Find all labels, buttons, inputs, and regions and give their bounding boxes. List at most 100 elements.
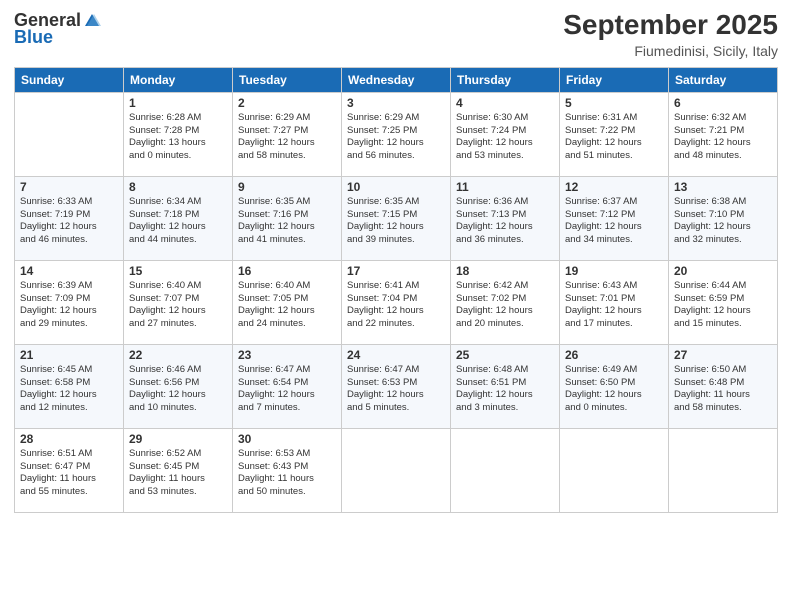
- day-info: Sunrise: 6:51 AM Sunset: 6:47 PM Dayligh…: [20, 448, 118, 499]
- day-info: Sunrise: 6:40 AM Sunset: 7:05 PM Dayligh…: [238, 280, 336, 331]
- calendar-header-saturday: Saturday: [669, 67, 778, 92]
- calendar-cell: [669, 428, 778, 512]
- calendar-header-monday: Monday: [124, 67, 233, 92]
- day-number: 10: [347, 180, 445, 194]
- day-number: 12: [565, 180, 663, 194]
- calendar-cell: 11 Sunrise: 6:36 AM Sunset: 7:13 PM Dayli…: [451, 176, 560, 260]
- day-info: Sunrise: 6:41 AM Sunset: 7:04 PM Dayligh…: [347, 280, 445, 331]
- day-number: 6: [674, 96, 772, 110]
- day-info: Sunrise: 6:44 AM Sunset: 6:59 PM Dayligh…: [674, 280, 772, 331]
- calendar-table: SundayMondayTuesdayWednesdayThursdayFrid…: [14, 67, 778, 513]
- calendar-cell: 6 Sunrise: 6:32 AM Sunset: 7:21 PM Daylig…: [669, 92, 778, 176]
- calendar-header-tuesday: Tuesday: [233, 67, 342, 92]
- calendar-cell: 26Sunrise: 6:49 AM Sunset: 6:50 PM Dayli…: [560, 344, 669, 428]
- calendar-cell: 3 Sunrise: 6:29 AM Sunset: 7:25 PM Daylig…: [342, 92, 451, 176]
- calendar-cell: [342, 428, 451, 512]
- day-number: 19: [565, 264, 663, 278]
- day-info: Sunrise: 6:34 AM Sunset: 7:18 PM Dayligh…: [129, 196, 227, 247]
- calendar-cell: 15 Sunrise: 6:40 AM Sunset: 7:07 PM Dayli…: [124, 260, 233, 344]
- day-info: Sunrise: 6:48 AM Sunset: 6:51 PM Dayligh…: [456, 364, 554, 415]
- day-number: 27: [674, 348, 772, 362]
- calendar-header-sunday: Sunday: [15, 67, 124, 92]
- day-info: Sunrise: 6:30 AM Sunset: 7:24 PM Dayligh…: [456, 112, 554, 163]
- calendar-cell: 18Sunrise: 6:42 AM Sunset: 7:02 PM Dayli…: [451, 260, 560, 344]
- calendar-cell: 29 Sunrise: 6:52 AM Sunset: 6:45 PM Dayli…: [124, 428, 233, 512]
- day-info: Sunrise: 6:46 AM Sunset: 6:56 PM Dayligh…: [129, 364, 227, 415]
- day-number: 25: [456, 348, 554, 362]
- header: General Blue September 2025 Fiumedinisi,…: [14, 10, 778, 59]
- day-number: 1: [129, 96, 227, 110]
- day-number: 21: [20, 348, 118, 362]
- day-info: Sunrise: 6:36 AM Sunset: 7:13 PM Dayligh…: [456, 196, 554, 247]
- day-info: Sunrise: 6:40 AM Sunset: 7:07 PM Dayligh…: [129, 280, 227, 331]
- day-number: 4: [456, 96, 554, 110]
- calendar-cell: 2 Sunrise: 6:29 AM Sunset: 7:27 PM Daylig…: [233, 92, 342, 176]
- day-number: 5: [565, 96, 663, 110]
- calendar-cell: 14 Sunrise: 6:39 AM Sunset: 7:09 PM Dayli…: [15, 260, 124, 344]
- day-number: 28: [20, 432, 118, 446]
- day-number: 30: [238, 432, 336, 446]
- calendar-cell: 7Sunrise: 6:33 AM Sunset: 7:19 PM Daylig…: [15, 176, 124, 260]
- day-number: 8: [129, 180, 227, 194]
- day-info: Sunrise: 6:35 AM Sunset: 7:16 PM Dayligh…: [238, 196, 336, 247]
- day-info: Sunrise: 6:47 AM Sunset: 6:54 PM Dayligh…: [238, 364, 336, 415]
- calendar-week-row: 1Sunrise: 6:28 AM Sunset: 7:28 PM Daylig…: [15, 92, 778, 176]
- calendar-cell: 8 Sunrise: 6:34 AM Sunset: 7:18 PM Daylig…: [124, 176, 233, 260]
- day-number: 23: [238, 348, 336, 362]
- calendar-cell: 21 Sunrise: 6:45 AM Sunset: 6:58 PM Dayli…: [15, 344, 124, 428]
- day-info: Sunrise: 6:32 AM Sunset: 7:21 PM Dayligh…: [674, 112, 772, 163]
- day-info: Sunrise: 6:53 AM Sunset: 6:43 PM Dayligh…: [238, 448, 336, 499]
- calendar-cell: [451, 428, 560, 512]
- calendar-week-row: 21 Sunrise: 6:45 AM Sunset: 6:58 PM Dayli…: [15, 344, 778, 428]
- day-number: 11: [456, 180, 554, 194]
- day-info: Sunrise: 6:29 AM Sunset: 7:25 PM Dayligh…: [347, 112, 445, 163]
- calendar-cell: 30 Sunrise: 6:53 AM Sunset: 6:43 PM Dayli…: [233, 428, 342, 512]
- month-title: September 2025: [563, 10, 778, 41]
- logo-icon: [83, 12, 101, 30]
- day-number: 26: [565, 348, 663, 362]
- day-info: Sunrise: 6:39 AM Sunset: 7:09 PM Dayligh…: [20, 280, 118, 331]
- day-number: 9: [238, 180, 336, 194]
- calendar-cell: 28 Sunrise: 6:51 AM Sunset: 6:47 PM Dayli…: [15, 428, 124, 512]
- day-info: Sunrise: 6:47 AM Sunset: 6:53 PM Dayligh…: [347, 364, 445, 415]
- calendar-cell: 23 Sunrise: 6:47 AM Sunset: 6:54 PM Dayli…: [233, 344, 342, 428]
- calendar-week-row: 28 Sunrise: 6:51 AM Sunset: 6:47 PM Dayli…: [15, 428, 778, 512]
- day-number: 14: [20, 264, 118, 278]
- calendar-header-wednesday: Wednesday: [342, 67, 451, 92]
- calendar-header-row: SundayMondayTuesdayWednesdayThursdayFrid…: [15, 67, 778, 92]
- calendar-cell: 13Sunrise: 6:38 AM Sunset: 7:10 PM Dayli…: [669, 176, 778, 260]
- title-block: September 2025 Fiumedinisi, Sicily, Ital…: [563, 10, 778, 59]
- calendar-cell: 20 Sunrise: 6:44 AM Sunset: 6:59 PM Dayli…: [669, 260, 778, 344]
- day-info: Sunrise: 6:35 AM Sunset: 7:15 PM Dayligh…: [347, 196, 445, 247]
- day-info: Sunrise: 6:29 AM Sunset: 7:27 PM Dayligh…: [238, 112, 336, 163]
- calendar-week-row: 14 Sunrise: 6:39 AM Sunset: 7:09 PM Dayli…: [15, 260, 778, 344]
- calendar-cell: 9 Sunrise: 6:35 AM Sunset: 7:16 PM Daylig…: [233, 176, 342, 260]
- day-number: 20: [674, 264, 772, 278]
- day-info: Sunrise: 6:33 AM Sunset: 7:19 PM Dayligh…: [20, 196, 118, 247]
- calendar-header-thursday: Thursday: [451, 67, 560, 92]
- day-info: Sunrise: 6:45 AM Sunset: 6:58 PM Dayligh…: [20, 364, 118, 415]
- day-number: 15: [129, 264, 227, 278]
- day-number: 3: [347, 96, 445, 110]
- calendar-cell: 17Sunrise: 6:41 AM Sunset: 7:04 PM Dayli…: [342, 260, 451, 344]
- day-number: 2: [238, 96, 336, 110]
- calendar-cell: 24Sunrise: 6:47 AM Sunset: 6:53 PM Dayli…: [342, 344, 451, 428]
- calendar-header-friday: Friday: [560, 67, 669, 92]
- calendar-cell: [560, 428, 669, 512]
- day-number: 18: [456, 264, 554, 278]
- calendar-cell: 5 Sunrise: 6:31 AM Sunset: 7:22 PM Daylig…: [560, 92, 669, 176]
- day-info: Sunrise: 6:37 AM Sunset: 7:12 PM Dayligh…: [565, 196, 663, 247]
- calendar-cell: 19Sunrise: 6:43 AM Sunset: 7:01 PM Dayli…: [560, 260, 669, 344]
- day-number: 29: [129, 432, 227, 446]
- logo: General Blue: [14, 10, 101, 48]
- calendar-cell: 4 Sunrise: 6:30 AM Sunset: 7:24 PM Daylig…: [451, 92, 560, 176]
- calendar-week-row: 7Sunrise: 6:33 AM Sunset: 7:19 PM Daylig…: [15, 176, 778, 260]
- day-info: Sunrise: 6:31 AM Sunset: 7:22 PM Dayligh…: [565, 112, 663, 163]
- day-info: Sunrise: 6:50 AM Sunset: 6:48 PM Dayligh…: [674, 364, 772, 415]
- page-container: General Blue September 2025 Fiumedinisi,…: [0, 0, 792, 612]
- calendar-cell: [15, 92, 124, 176]
- day-info: Sunrise: 6:52 AM Sunset: 6:45 PM Dayligh…: [129, 448, 227, 499]
- calendar-cell: 1Sunrise: 6:28 AM Sunset: 7:28 PM Daylig…: [124, 92, 233, 176]
- calendar-cell: 12 Sunrise: 6:37 AM Sunset: 7:12 PM Dayli…: [560, 176, 669, 260]
- calendar-cell: 16Sunrise: 6:40 AM Sunset: 7:05 PM Dayli…: [233, 260, 342, 344]
